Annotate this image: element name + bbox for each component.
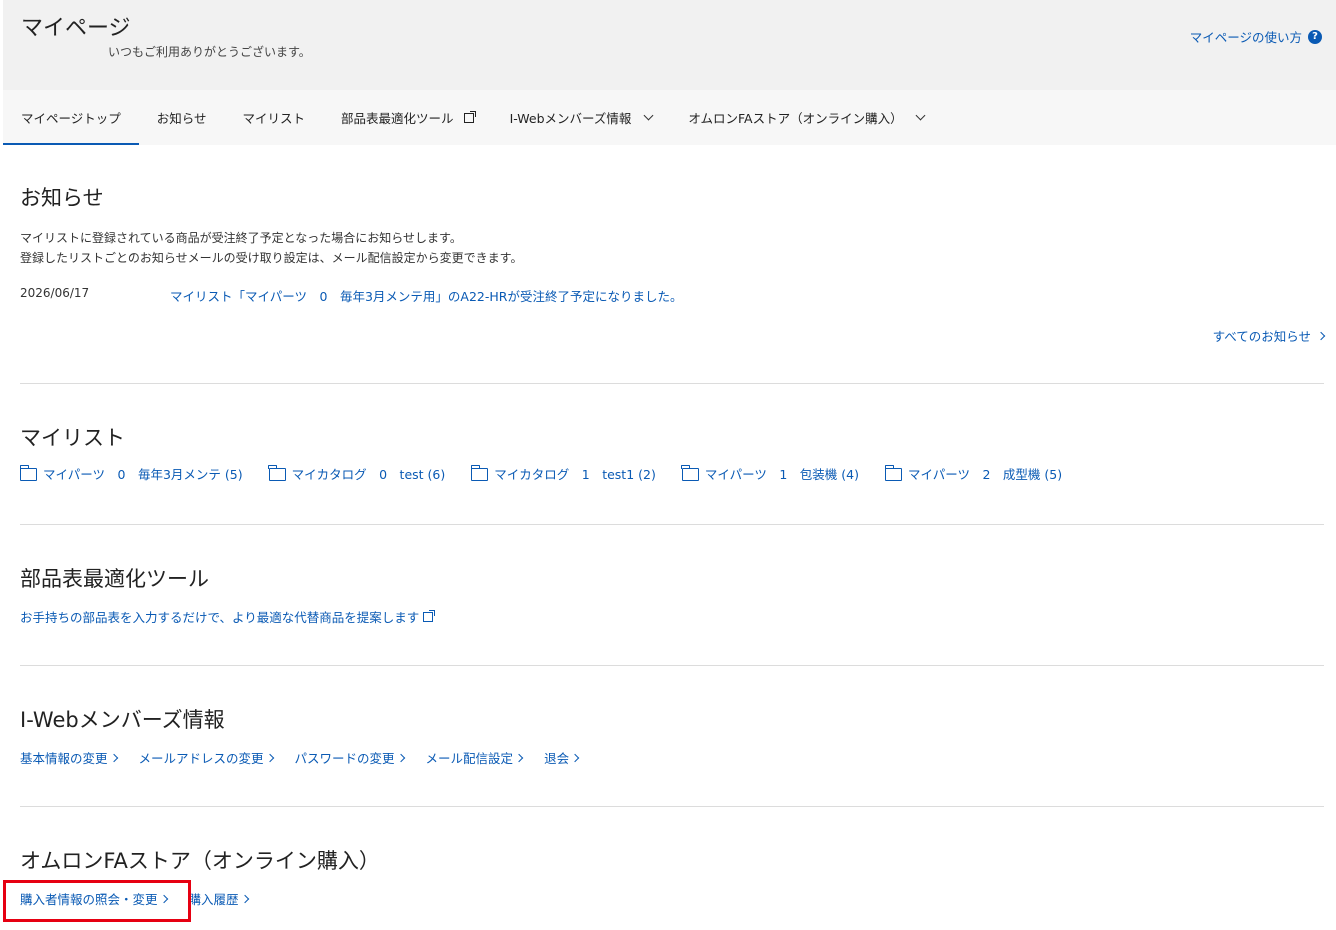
- store-links: 購入者情報の照会・変更 購入履歴: [20, 889, 1324, 908]
- folder-icon: [470, 465, 489, 481]
- tab-news[interactable]: お知らせ: [139, 90, 225, 145]
- page-header: マイページ いつもご利用ありがとうございます。 マイページの使い方 ?: [3, 0, 1336, 90]
- bom-tool-label: お手持ちの部品表を入力するだけで、より最適な代替商品を提案します: [20, 610, 420, 625]
- tab-label: 部品表最適化ツール: [341, 111, 454, 126]
- mylist-folder[interactable]: マイパーツ 0 毎年3月メンテ (5): [19, 464, 243, 483]
- external-link-icon: [423, 609, 436, 622]
- mylist-folder[interactable]: マイカタログ 1 test1 (2): [470, 464, 656, 483]
- tab-label: I-Webメンバーズ情報: [509, 111, 632, 126]
- bom-tool-link[interactable]: お手持ちの部品表を入力するだけで、より最適な代替商品を提案します: [20, 607, 436, 626]
- news-desc-line: 登録したリストごとのお知らせメールの受け取り設定は、メール配信設定から変更できま…: [20, 251, 523, 265]
- chevron-right-icon: [109, 753, 118, 762]
- tab-label: マイリスト: [242, 111, 306, 126]
- basic-info-change-link[interactable]: 基本情報の変更: [20, 748, 118, 767]
- welcome-message: いつもご利用ありがとうございます。: [108, 45, 311, 59]
- divider: [20, 806, 1324, 807]
- folder-label: マイカタログ 0 test (6): [291, 467, 446, 482]
- news-date: 2026/06/17: [20, 286, 90, 300]
- chevron-down-icon: [643, 110, 654, 121]
- tab-label: オムロンFAストア（オンライン購入）: [688, 111, 903, 126]
- news-title: お知らせ: [20, 186, 104, 210]
- divider: [20, 524, 1324, 525]
- chevron-down-icon: [915, 110, 926, 121]
- main-nav: マイページトップ お知らせ マイリスト 部品表最適化ツール I-Webメンバーズ…: [3, 90, 1336, 145]
- news-section: お知らせ マイリストに登録されている商品が受注終了予定となった場合にお知らせしま…: [20, 182, 1326, 382]
- link-label: 退会: [544, 751, 570, 766]
- tab-iweb-members[interactable]: I-Webメンバーズ情報: [492, 90, 671, 145]
- news-desc-line: マイリストに登録されている商品が受注終了予定となった場合にお知らせします。: [20, 231, 462, 245]
- news-item: 2026/06/17 マイリスト「マイパーツ 0 毎年3月メンテ用」のA22-H…: [20, 286, 1324, 305]
- mail-settings-link[interactable]: メール配信設定: [425, 748, 524, 767]
- news-description: マイリストに登録されている商品が受注終了予定となった場合にお知らせします。 登録…: [20, 228, 1324, 268]
- bom-section: 部品表最適化ツール お手持ちの部品表を入力するだけで、より最適な代替商品を提案し…: [20, 563, 1324, 626]
- chevron-right-icon: [265, 753, 274, 762]
- chevron-right-icon: [514, 753, 524, 762]
- folder-label: マイパーツ 1 包装機 (4): [704, 467, 859, 482]
- folder-label: マイカタログ 1 test1 (2): [494, 467, 656, 482]
- tab-mylist[interactable]: マイリスト: [225, 90, 324, 145]
- chevron-right-icon: [396, 753, 405, 762]
- mylist-folders: マイパーツ 0 毎年3月メンテ (5) マイカタログ 0 test (6) マイ…: [19, 464, 1324, 483]
- mylist-folder[interactable]: マイカタログ 0 test (6): [268, 464, 446, 483]
- members-section: I-Webメンバーズ情報 基本情報の変更 メールアドレスの変更 パスワードの変更…: [20, 704, 1324, 767]
- link-label: メールアドレスの変更: [138, 751, 264, 766]
- withdraw-link[interactable]: 退会: [544, 748, 580, 767]
- folder-icon: [884, 465, 902, 481]
- divider: [20, 665, 1324, 666]
- all-news-link[interactable]: すべてのお知らせ: [1212, 326, 1326, 345]
- link-label: 基本情報の変更: [20, 751, 108, 766]
- external-link-icon: [463, 110, 476, 123]
- tab-fa-store[interactable]: オムロンFAストア（オンライン購入）: [670, 90, 941, 145]
- news-item-link[interactable]: マイリスト「マイパーツ 0 毎年3月メンテ用」のA22-HRが受注終了予定になり…: [170, 286, 682, 305]
- link-label: 購入履歴: [188, 892, 239, 907]
- highlight-box: [3, 880, 191, 922]
- help-link-label: マイページの使い方: [1189, 30, 1302, 45]
- help-link[interactable]: マイページの使い方 ?: [1190, 27, 1322, 46]
- folder-icon: [681, 465, 699, 481]
- link-label: パスワードの変更: [294, 751, 395, 766]
- members-title: I-Webメンバーズ情報: [20, 708, 225, 732]
- tab-mypage-top[interactable]: マイページトップ: [3, 90, 139, 145]
- store-section: オムロンFAストア（オンライン購入） 購入者情報の照会・変更 購入履歴: [20, 845, 1324, 908]
- tab-bom-tool[interactable]: 部品表最適化ツール: [323, 90, 492, 145]
- folder-label: マイパーツ 2 成型機 (5): [907, 467, 1063, 482]
- link-label: メール配信設定: [425, 751, 514, 766]
- all-news-label: すべてのお知らせ: [1212, 329, 1311, 344]
- folder-icon: [19, 465, 37, 481]
- mylist-folder[interactable]: マイパーツ 1 包装機 (4): [681, 464, 859, 483]
- question-icon: ?: [1308, 29, 1322, 44]
- members-links: 基本情報の変更 メールアドレスの変更 パスワードの変更 メール配信設定 退会: [20, 748, 1324, 767]
- divider: [20, 383, 1324, 384]
- page-title: マイページ: [21, 16, 131, 41]
- bom-title: 部品表最適化ツール: [20, 567, 209, 591]
- tab-label: お知らせ: [156, 111, 207, 126]
- mylist-section: マイリスト マイパーツ 0 毎年3月メンテ (5) マイカタログ 0 test …: [19, 422, 1324, 483]
- tab-label: マイページトップ: [21, 111, 121, 126]
- chevron-right-icon: [240, 894, 249, 903]
- folder-icon: [268, 465, 286, 481]
- store-title: オムロンFAストア（オンライン購入）: [20, 849, 380, 873]
- chevron-right-icon: [1316, 331, 1326, 340]
- purchase-history-link[interactable]: 購入履歴: [188, 889, 249, 908]
- mylist-folder[interactable]: マイパーツ 2 成型機 (5): [884, 464, 1063, 483]
- mylist-title: マイリスト: [20, 426, 125, 450]
- chevron-right-icon: [570, 753, 580, 762]
- email-change-link[interactable]: メールアドレスの変更: [138, 748, 274, 767]
- password-change-link[interactable]: パスワードの変更: [294, 748, 405, 767]
- folder-label: マイパーツ 0 毎年3月メンテ (5): [43, 467, 243, 482]
